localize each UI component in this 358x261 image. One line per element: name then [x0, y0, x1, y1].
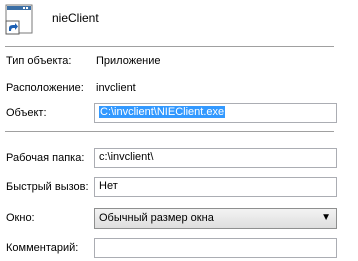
type-value: Приложение [96, 55, 161, 67]
separator [5, 46, 334, 48]
chevron-down-icon: ▼ [321, 212, 331, 223]
shortcut-app-icon [5, 4, 37, 36]
type-label: Тип объекта: [6, 55, 72, 67]
window-label: Окно: [6, 212, 35, 224]
window-select-value: Обычный размер окна [99, 212, 214, 224]
hotkey-field[interactable]: Нет [94, 177, 337, 197]
workdir-field[interactable]: c:\invclient\ [94, 148, 337, 168]
location-value: invclient [96, 82, 136, 94]
app-name: nieClient [52, 11, 99, 25]
target-value: C:\invclient\NIEClient.exe [99, 106, 226, 118]
separator [5, 131, 334, 133]
target-label: Объект: [6, 107, 47, 119]
window-select[interactable]: Обычный размер окна ▼ [94, 208, 337, 229]
workdir-label: Рабочая папка: [6, 152, 85, 164]
location-label: Расположение: [6, 82, 84, 94]
target-field[interactable]: C:\invclient\NIEClient.exe [94, 103, 337, 123]
comment-field[interactable] [94, 238, 337, 258]
hotkey-label: Быстрый вызов: [6, 181, 89, 193]
comment-label: Комментарий: [6, 242, 79, 254]
